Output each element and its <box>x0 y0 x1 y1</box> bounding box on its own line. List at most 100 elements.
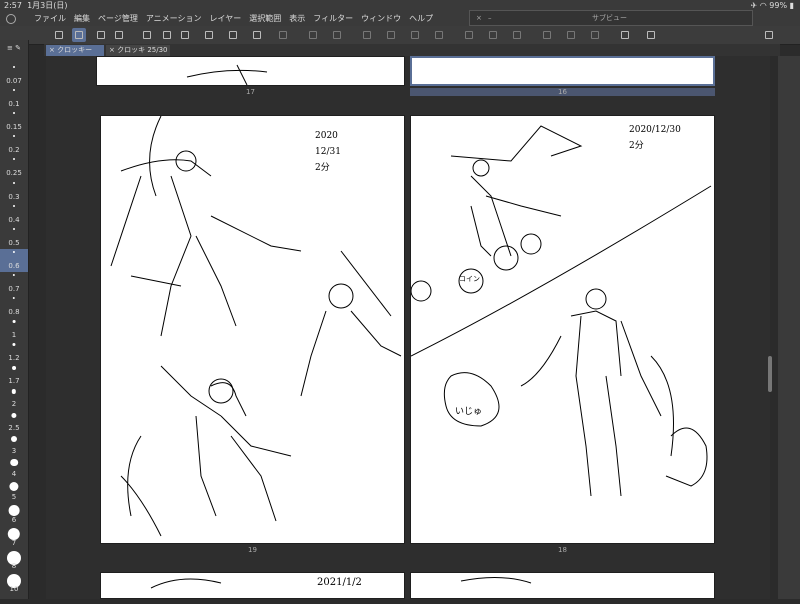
page-18[interactable]: 2020/12/30 2分 コイン いじゅ <box>410 115 715 544</box>
vertical-scrollbar[interactable] <box>768 356 772 392</box>
brush-size-3[interactable]: 3 <box>0 434 28 457</box>
brush-size-label: 1 <box>11 331 17 340</box>
shape-icon[interactable] <box>486 28 500 42</box>
brush-size-0-5[interactable]: 0.5 <box>0 226 28 249</box>
tab-label: クロッキー <box>57 46 93 54</box>
page-label-16: 16 <box>410 88 715 96</box>
brush-size-1-2[interactable]: 1.2 <box>0 341 28 364</box>
subview-minimize-icon[interactable]: – <box>488 11 492 25</box>
brush-size-label: 7 <box>11 539 17 548</box>
brush-preview-dot <box>9 481 19 491</box>
status-date: 1月3日(日) <box>27 1 68 10</box>
brush-icon[interactable] <box>564 28 578 42</box>
menu-items: ファイル 編集 ページ管理 アニメーション レイヤー 選択範囲 表示 フィルター… <box>34 12 441 26</box>
page-label-17: 17 <box>246 88 255 96</box>
brush-size-0-7[interactable]: 0.7 <box>0 272 28 295</box>
menu-selection[interactable]: 選択範囲 <box>249 12 281 26</box>
brush-size-4[interactable]: 4 <box>0 457 28 480</box>
menu-page-management[interactable]: ページ管理 <box>98 12 138 26</box>
menu-help[interactable]: ヘルプ <box>409 12 433 26</box>
help-icon[interactable] <box>644 28 658 42</box>
page-19[interactable]: 2020 12/31 2分 <box>100 115 405 544</box>
menu-file[interactable]: ファイル <box>34 12 66 26</box>
chevrons-icon[interactable] <box>160 28 174 42</box>
brush-preview-dot <box>12 366 16 371</box>
import-icon[interactable] <box>250 28 264 42</box>
canvas-area[interactable]: 17 16 2020 12/31 2分 2020/12/30 2分 コイン いじ… <box>46 56 770 599</box>
brush-size-label: 0.1 <box>8 100 20 109</box>
export-icon[interactable] <box>226 28 240 42</box>
print-icon[interactable] <box>276 28 290 42</box>
brush-size-0-1[interactable]: 0.1 <box>0 87 28 110</box>
eraser-icon[interactable] <box>112 28 126 42</box>
page-16[interactable] <box>410 56 715 86</box>
new-file-icon[interactable] <box>140 28 154 42</box>
page-21[interactable]: 2021/1/2 <box>100 572 405 599</box>
redo-icon[interactable] <box>330 28 344 42</box>
brush-size-5[interactable]: 5 <box>0 480 28 503</box>
brush-size-label: 0.7 <box>8 284 20 293</box>
right-edge-panel <box>778 56 800 599</box>
brush-preview-dot <box>12 297 16 300</box>
brush-size-7[interactable]: 7 <box>0 526 28 549</box>
collapse-chevron-icon[interactable] <box>762 28 776 42</box>
menu-window[interactable]: ウィンドウ <box>361 12 401 26</box>
gradient-icon[interactable] <box>462 28 476 42</box>
menu-view[interactable]: 表示 <box>289 12 305 26</box>
fill-icon[interactable] <box>384 28 398 42</box>
brush-size-label: 6 <box>11 515 17 524</box>
open-folder-icon[interactable] <box>178 28 192 42</box>
subview-window[interactable]: × – サブビュー <box>469 10 753 26</box>
move-icon[interactable] <box>408 28 422 42</box>
brush-size-label: 0.5 <box>8 238 20 247</box>
pen-tool-icon[interactable] <box>72 28 86 42</box>
menu-layer[interactable]: レイヤー <box>210 12 242 26</box>
undo-icon[interactable] <box>306 28 320 42</box>
brush-preview-dot <box>13 135 15 138</box>
save-icon[interactable] <box>202 28 216 42</box>
brush-size-1-7[interactable]: 1.7 <box>0 364 28 387</box>
page-20[interactable] <box>410 572 715 599</box>
chevrons-icon[interactable] <box>94 28 108 42</box>
brush-preview-dot <box>12 343 16 347</box>
menu-edit[interactable]: 編集 <box>74 12 90 26</box>
brush-size-0-25[interactable]: 0.25 <box>0 156 28 179</box>
brush-size-8[interactable]: 8 <box>0 549 28 572</box>
app-logo-icon[interactable] <box>6 14 16 24</box>
brush-size-0-4[interactable]: 0.4 <box>0 203 28 226</box>
brush-size-0-6[interactable]: 0.6 <box>0 248 28 272</box>
menu-filter[interactable]: フィルター <box>313 12 353 26</box>
lasso-icon[interactable] <box>360 28 374 42</box>
brush-size-label: 0.6 <box>8 261 20 270</box>
brush-size-0-2[interactable]: 0.2 <box>0 133 28 156</box>
menu-icon[interactable] <box>52 28 66 42</box>
menu-animation[interactable]: アニメーション <box>146 12 202 26</box>
brush-size-10[interactable]: 10 <box>0 572 28 595</box>
transform-icon[interactable] <box>432 28 446 42</box>
brush-size-0-3[interactable]: 0.3 <box>0 180 28 203</box>
sketch-19 <box>110 115 402 537</box>
subview-title: サブビュー <box>592 14 627 22</box>
brush-size-0-07[interactable]: 0.07 <box>0 64 28 87</box>
tab-croquis-25-30[interactable]: × クロッキ 25/30 <box>106 45 170 56</box>
brush-size-2[interactable]: 2 <box>0 387 28 410</box>
brush-size-2-5[interactable]: 2.5 <box>0 411 28 434</box>
pen-alt-icon[interactable] <box>540 28 554 42</box>
page-18-date-note: 2020/12/30 2分 <box>629 125 681 152</box>
brush-size-6[interactable]: 6 <box>0 503 28 526</box>
brush-size-0-15[interactable]: 0.15 <box>0 110 28 133</box>
brush-size-0-8[interactable]: 0.8 <box>0 295 28 318</box>
brush-size-label: 0.4 <box>8 215 20 224</box>
brush-size-label: 10 <box>9 585 19 594</box>
rotate-icon[interactable] <box>588 28 602 42</box>
brush-preview-dot <box>13 112 15 115</box>
brush-size-label: 0.2 <box>8 146 20 155</box>
tab-croquis[interactable]: × クロッキー <box>46 45 104 56</box>
brush-preview-dot <box>12 273 16 277</box>
brush-size-label: 1.2 <box>8 354 20 363</box>
subview-close-icon[interactable]: × <box>476 11 482 25</box>
page-17[interactable] <box>96 56 405 86</box>
settings-icon[interactable] <box>618 28 632 42</box>
ruler-icon[interactable] <box>510 28 524 42</box>
brush-size-1[interactable]: 1 <box>0 318 28 341</box>
